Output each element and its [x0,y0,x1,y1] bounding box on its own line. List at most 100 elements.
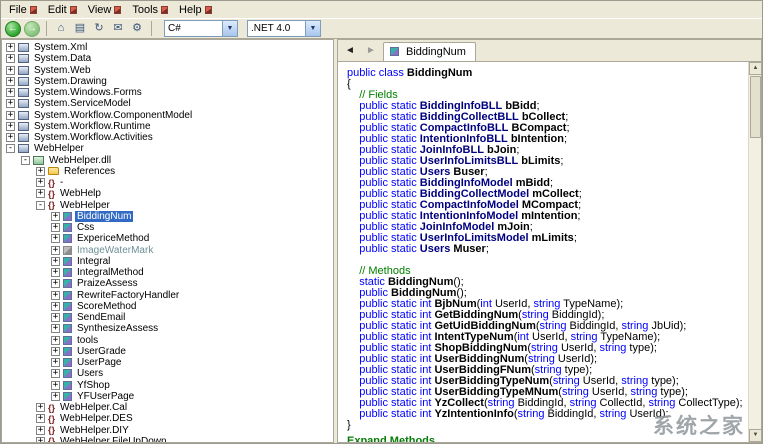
expand-toggle-icon[interactable]: + [51,391,60,401]
vertical-scrollbar[interactable]: ▲ ▼ [748,62,761,442]
expand-toggle-icon[interactable]: + [51,380,60,390]
expand-toggle-icon[interactable]: + [51,369,60,379]
collapse-toggle-icon[interactable]: - [6,144,15,154]
expand-toggle-icon[interactable]: + [6,88,15,98]
expand-toggle-icon[interactable]: + [6,76,15,86]
tree-item-system-drawing[interactable]: + System.Drawing [2,76,333,87]
framework-select[interactable]: .NET 4.0 ▼ [247,20,321,37]
expand-toggle-icon[interactable]: + [51,313,60,323]
tree-item-system-servicemodel[interactable]: + System.ServiceModel [2,98,333,109]
tree-item-references[interactable]: + References [2,166,333,177]
tree-item-system-data[interactable]: + System.Data [2,53,333,64]
expand-toggle-icon[interactable]: + [51,335,60,345]
mail-icon[interactable]: ✉ [110,21,126,37]
expand-toggle-icon[interactable]: + [51,301,60,311]
tree-item-webhelper-cal[interactable]: +{} WebHelper.Cal [2,402,333,413]
tree-item-system-workflow-componentmodel[interactable]: + System.Workflow.ComponentModel [2,110,333,121]
expand-toggle-icon[interactable]: + [51,234,60,244]
menu-edit[interactable]: Edit [43,3,83,17]
expand-toggle-icon[interactable]: + [51,256,60,266]
expand-toggle-icon[interactable]: + [51,268,60,278]
tree-item-system-workflow-activities[interactable]: + System.Workflow.Activities [2,132,333,143]
expand-toggle-icon[interactable]: + [6,54,15,64]
back-button[interactable]: ← [5,20,21,37]
refresh-icon[interactable]: ↻ [91,21,107,37]
expand-toggle-icon[interactable]: + [51,324,60,334]
chevron-down-icon[interactable]: ▼ [222,21,237,36]
tree-item-usergrade[interactable]: + UserGrade [2,346,333,357]
expand-toggle-icon[interactable]: + [51,346,60,356]
menu-tools[interactable]: Tools [127,3,174,17]
tree-item-label: tools [77,334,99,346]
expand-toggle-icon[interactable]: + [6,121,15,131]
expand-toggle-icon[interactable]: + [36,178,45,188]
tree-item-scoremethod[interactable]: + ScoreMethod [2,301,333,312]
scroll-up-icon[interactable]: ▲ [749,62,761,75]
tree-item-system-web[interactable]: + System.Web [2,65,333,76]
tree-item-tools[interactable]: + tools [2,335,333,346]
expand-toggle-icon[interactable]: + [51,290,60,300]
tree-item-imagewatermark[interactable]: + ImageWaterMark [2,245,333,256]
expand-toggle-icon[interactable]: + [6,43,15,53]
collapse-toggle-icon[interactable]: - [21,155,30,165]
forward-button[interactable]: → [24,20,40,37]
tree-item-sendemail[interactable]: + SendEmail [2,312,333,323]
list-view-icon[interactable]: ▤ [72,21,88,37]
tree-item-webhelper-diy[interactable]: +{} WebHelper.DIY [2,425,333,436]
tree-item-users[interactable]: + Users [2,368,333,379]
tree-item-yfuserpage[interactable]: + YFUserPage [2,391,333,402]
settings-icon[interactable]: ⚙ [129,21,145,37]
tree-item-css[interactable]: + Css [2,222,333,233]
expand-toggle-icon[interactable]: + [36,414,45,424]
tree-item-system-windows-forms[interactable]: + System.Windows.Forms [2,87,333,98]
tree-item-[interactable]: +{} - [2,177,333,188]
history-back-icon[interactable]: ◄ [341,43,359,59]
expand-toggle-icon[interactable]: + [6,65,15,75]
tree-item-yfshop[interactable]: + YfShop [2,380,333,391]
scrollbar-thumb[interactable] [750,76,761,138]
tab-biddingnum[interactable]: BiddingNum [383,42,476,61]
tree-item-webhelper[interactable]: -{} WebHelper [2,200,333,211]
tree-item-biddingnum[interactable]: + BiddingNum [2,210,333,222]
menu-view[interactable]: View [83,3,128,17]
expand-toggle-icon[interactable]: + [51,279,60,289]
expand-toggle-icon[interactable]: + [6,133,15,143]
expand-methods-link[interactable]: Expand Methods [347,436,747,443]
expand-toggle-icon[interactable]: + [36,403,45,413]
expand-toggle-icon[interactable]: + [51,223,60,233]
expand-toggle-icon[interactable]: + [6,99,15,109]
tree-item-system-workflow-runtime[interactable]: + System.Workflow.Runtime [2,121,333,132]
tree-item-integralmethod[interactable]: + IntegralMethod [2,267,333,278]
tree-item-label: ScoreMethod [77,300,137,312]
expand-toggle-icon[interactable]: + [36,436,45,442]
tree-item-userpage[interactable]: + UserPage [2,357,333,368]
chevron-down-icon[interactable]: ▼ [305,21,320,36]
tree-item-webhelper-dll[interactable]: - WebHelper.dll [2,155,333,166]
menu-help[interactable]: Help [174,3,218,17]
tree-item-synthesizeassess[interactable]: + SynthesizeAssess [2,323,333,334]
history-forward-icon[interactable]: ► [362,43,380,59]
expand-toggle-icon[interactable]: + [51,245,60,255]
tree-item-webhelper-fileupdown[interactable]: +{} WebHelper.FileUpDown [2,436,333,442]
expand-toggle-icon[interactable]: + [6,110,15,120]
expand-toggle-icon[interactable]: + [51,358,60,368]
tree-item-integral[interactable]: + Integral [2,256,333,267]
tree-item-label: WebHelper.DIY [60,424,129,436]
expand-toggle-icon[interactable]: + [36,189,45,199]
tree-item-praizeassess[interactable]: + PraizeAssess [2,278,333,289]
tree-item-webhelper-des[interactable]: +{} WebHelper.DES [2,413,333,424]
tree-item-rewritefactoryhandler[interactable]: + RewriteFactoryHandler [2,290,333,301]
menu-file[interactable]: File [4,3,43,17]
type-link[interactable]: Users [420,243,451,255]
expand-toggle-icon[interactable]: + [51,211,60,221]
expand-toggle-icon[interactable]: + [36,425,45,435]
collapse-toggle-icon[interactable]: - [36,200,45,210]
tree-item-webhelp[interactable]: +{} WebHelp [2,188,333,199]
tree-item-system-xml[interactable]: + System.Xml [2,42,333,53]
expand-toggle-icon[interactable]: + [36,166,45,176]
language-select[interactable]: C# ▼ [164,20,238,37]
tree-item-expericemethod[interactable]: + ExpericeMethod [2,233,333,244]
home-icon[interactable]: ⌂ [53,21,69,37]
scroll-down-icon[interactable]: ▼ [749,429,761,442]
tree-item-webhelper[interactable]: - WebHelper [2,143,333,154]
